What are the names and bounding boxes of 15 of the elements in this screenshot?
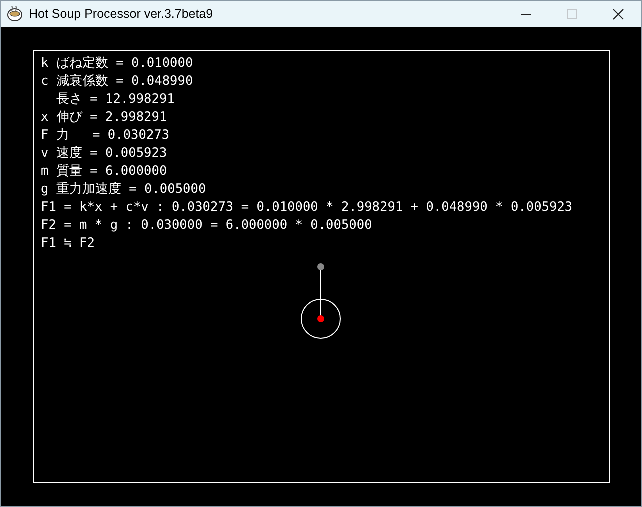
maximize-icon (567, 9, 577, 19)
close-icon (612, 8, 624, 20)
output-line: 長さ = 12.998291 (55, 91, 175, 109)
window-title: Hot Soup Processor ver.3.7beta9 (29, 7, 214, 21)
output-line: F 力 = 0.030273 (41, 127, 170, 145)
output-line: F1 = k*x + c*v : 0.030273 = 0.010000 * 2.998291 + 0.048990 * 0.005923 (41, 199, 573, 217)
soup-bowl-icon (7, 6, 23, 22)
output-line: g 重力加速度 = 0.005000 (41, 181, 206, 199)
output-line: v 速度 = 0.005923 (41, 145, 168, 163)
output-line: c 減衰係数 = 0.048990 (41, 73, 194, 91)
output-line: m 質量 = 6.000000 (41, 163, 168, 181)
output-line: F1 ≒ F2 (41, 235, 95, 253)
output-line: k ばね定数 = 0.010000 (41, 55, 194, 73)
output-line: x 伸び = 2.998291 (41, 109, 168, 127)
output-line: F2 = m * g : 0.030000 = 6.000000 * 0.005000 (41, 217, 372, 235)
